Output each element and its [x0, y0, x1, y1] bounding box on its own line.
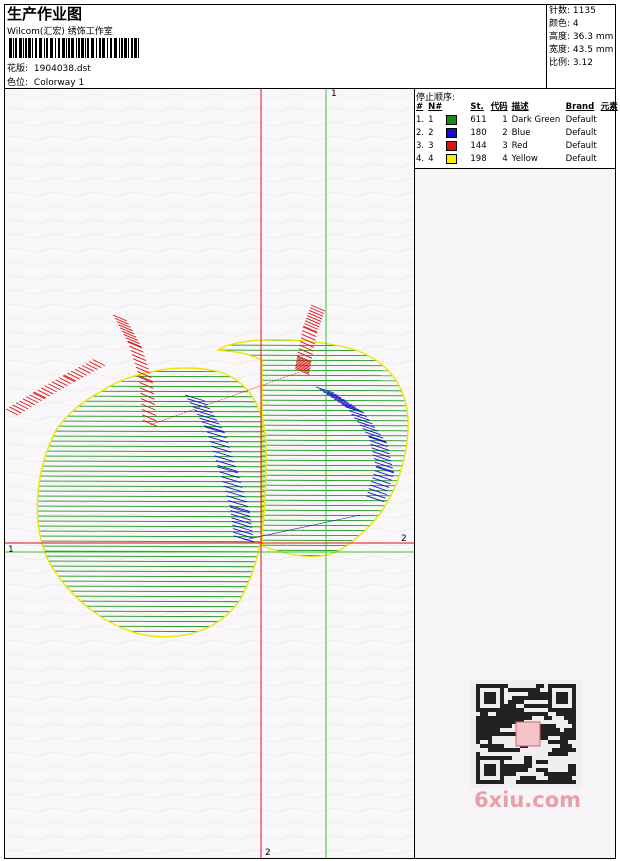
- qr-code-icon: [470, 680, 582, 788]
- barcode: [9, 38, 141, 58]
- col-n: N#: [428, 102, 443, 112]
- col-code: 代码: [490, 102, 508, 112]
- design-canvas: [5, 89, 414, 858]
- thread-row: 1. 1 611 1 Dark Green Default: [416, 114, 597, 125]
- axis-label-red-bottom: 2: [265, 848, 271, 858]
- colorway-value: Colorway 1: [33, 78, 85, 88]
- col-st: St.: [470, 102, 484, 112]
- thread-row: 4. 4 198 4 Yellow Default: [416, 153, 597, 164]
- watermark-text: 6xiu.com: [474, 788, 582, 812]
- stop-sequence-table: # N# St. 代码 描述 Brand 元素 1. 1 611 1 Dark Gree…: [414, 101, 620, 166]
- design-label: 花版:: [7, 64, 29, 74]
- thread-row: 2. 2 180 2 Blue Default: [416, 127, 597, 138]
- stat-scale: 比例: 3.12: [549, 58, 593, 68]
- col-index: #: [416, 102, 424, 112]
- colorway-row: 色位: Colorway 1: [7, 75, 84, 88]
- stats-divider: [546, 4, 547, 89]
- stat-width: 宽度: 43.5 mm: [549, 45, 614, 55]
- color-swatch: [446, 140, 458, 151]
- design-file: 1904038.dst: [33, 64, 91, 74]
- stat-stitches: 针数: 1135: [549, 6, 596, 16]
- axis-label-red-right: 2: [401, 534, 407, 544]
- design-row: 花版: 1904038.dst: [7, 61, 91, 74]
- axis-label-green-top: 1: [331, 89, 337, 99]
- col-element: 元素: [600, 102, 618, 112]
- studio-name: Wilcom(汇宏) 绣饰工作室: [7, 27, 113, 37]
- stat-height: 高度: 36.3 mm: [549, 32, 614, 42]
- color-swatch: [446, 114, 458, 125]
- color-swatch: [446, 153, 458, 164]
- col-desc: 描述: [511, 102, 529, 112]
- page-title: 生产作业图: [7, 5, 83, 23]
- color-swatch: [446, 127, 458, 138]
- col-brand: Brand: [565, 102, 595, 112]
- thread-row: 3. 3 144 3 Red Default: [416, 140, 597, 151]
- axis-label-green-left: 1: [8, 545, 14, 555]
- colorway-label: 色位:: [7, 78, 29, 88]
- table-header-row: # N# St. 代码 描述 Brand 元素: [414, 101, 620, 114]
- stats-panel: 针数: 1135 颜色: 4 高度: 36.3 mm 宽度: 43.5 mm 比…: [549, 5, 613, 70]
- stat-colors: 颜色: 4: [549, 19, 579, 29]
